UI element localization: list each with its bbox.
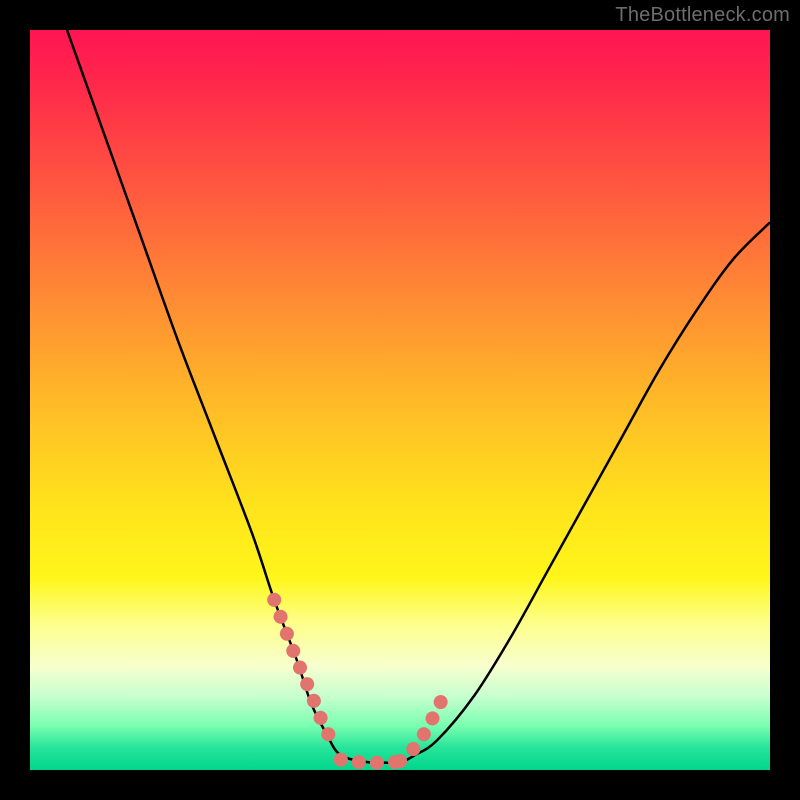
bottleneck-curve (67, 30, 770, 763)
highlight-bottom (341, 760, 400, 763)
highlight-left (274, 600, 337, 748)
watermark-text: TheBottleneck.com (615, 4, 790, 27)
chart-svg (30, 30, 770, 770)
chart-area (30, 30, 770, 770)
